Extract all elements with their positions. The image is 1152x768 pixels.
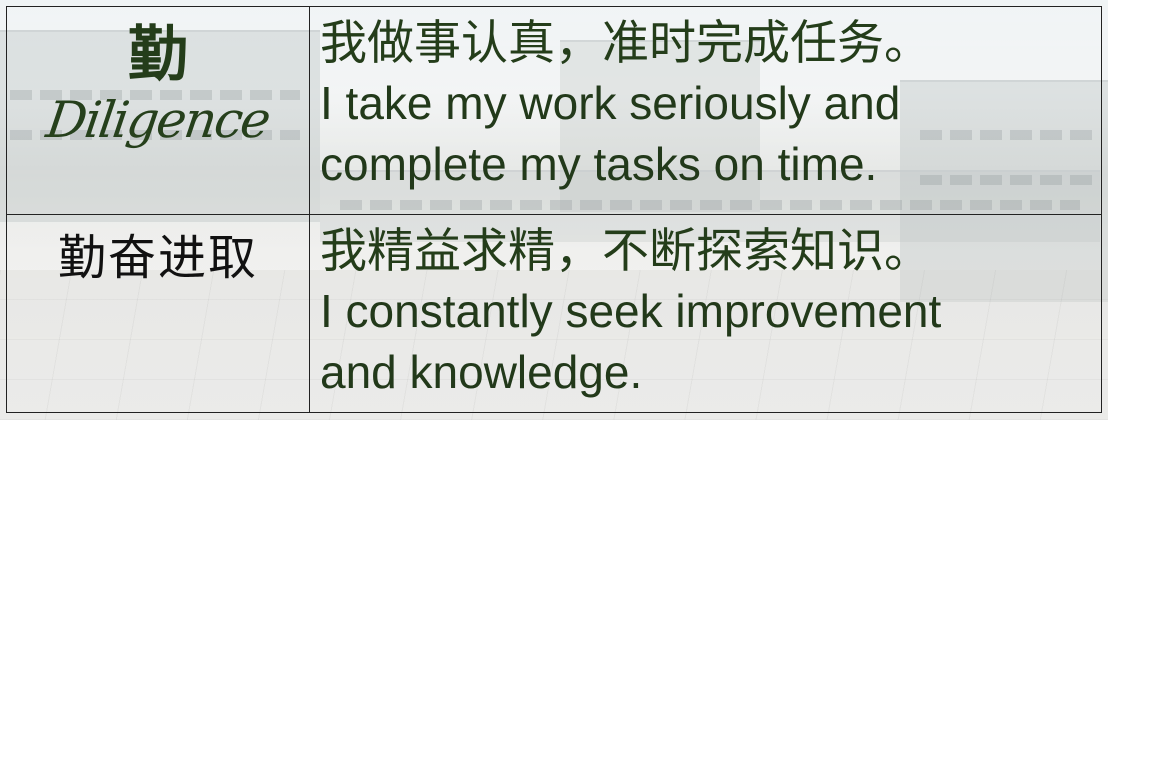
value-character: 勤	[128, 20, 188, 90]
value-description-cell: 我做事认真，准时完成任务。 I take my work seriously a…	[309, 6, 1102, 215]
english-statement-line2: complete my tasks on time.	[320, 138, 878, 190]
english-statement-line1: I constantly seek improvement	[320, 285, 942, 337]
value-title-cell: 勤奋进取	[6, 214, 310, 413]
values-table: 勤 Diligence 我做事认真，准时完成任务。 I take my work…	[6, 6, 1102, 413]
chinese-statement: 我做事认真，准时完成任务。	[320, 16, 931, 71]
value-title-cell: 勤 Diligence	[6, 6, 310, 215]
value-description-cell: 我精益求精，不断探索知识。 I constantly seek improvem…	[309, 214, 1102, 413]
value-idiom: 勤奋进取	[57, 230, 258, 286]
english-statement-line1: I take my work seriously and	[320, 77, 901, 129]
chinese-statement: 我精益求精，不断探索知识。	[320, 224, 931, 279]
table-row: 勤 Diligence 我做事认真，准时完成任务。 I take my work…	[6, 6, 1102, 215]
english-statement-line2: and knowledge.	[320, 346, 643, 398]
table-row: 勤奋进取 我精益求精，不断探索知识。 I constantly seek imp…	[6, 214, 1102, 413]
value-script-word: Diligence	[43, 91, 273, 149]
